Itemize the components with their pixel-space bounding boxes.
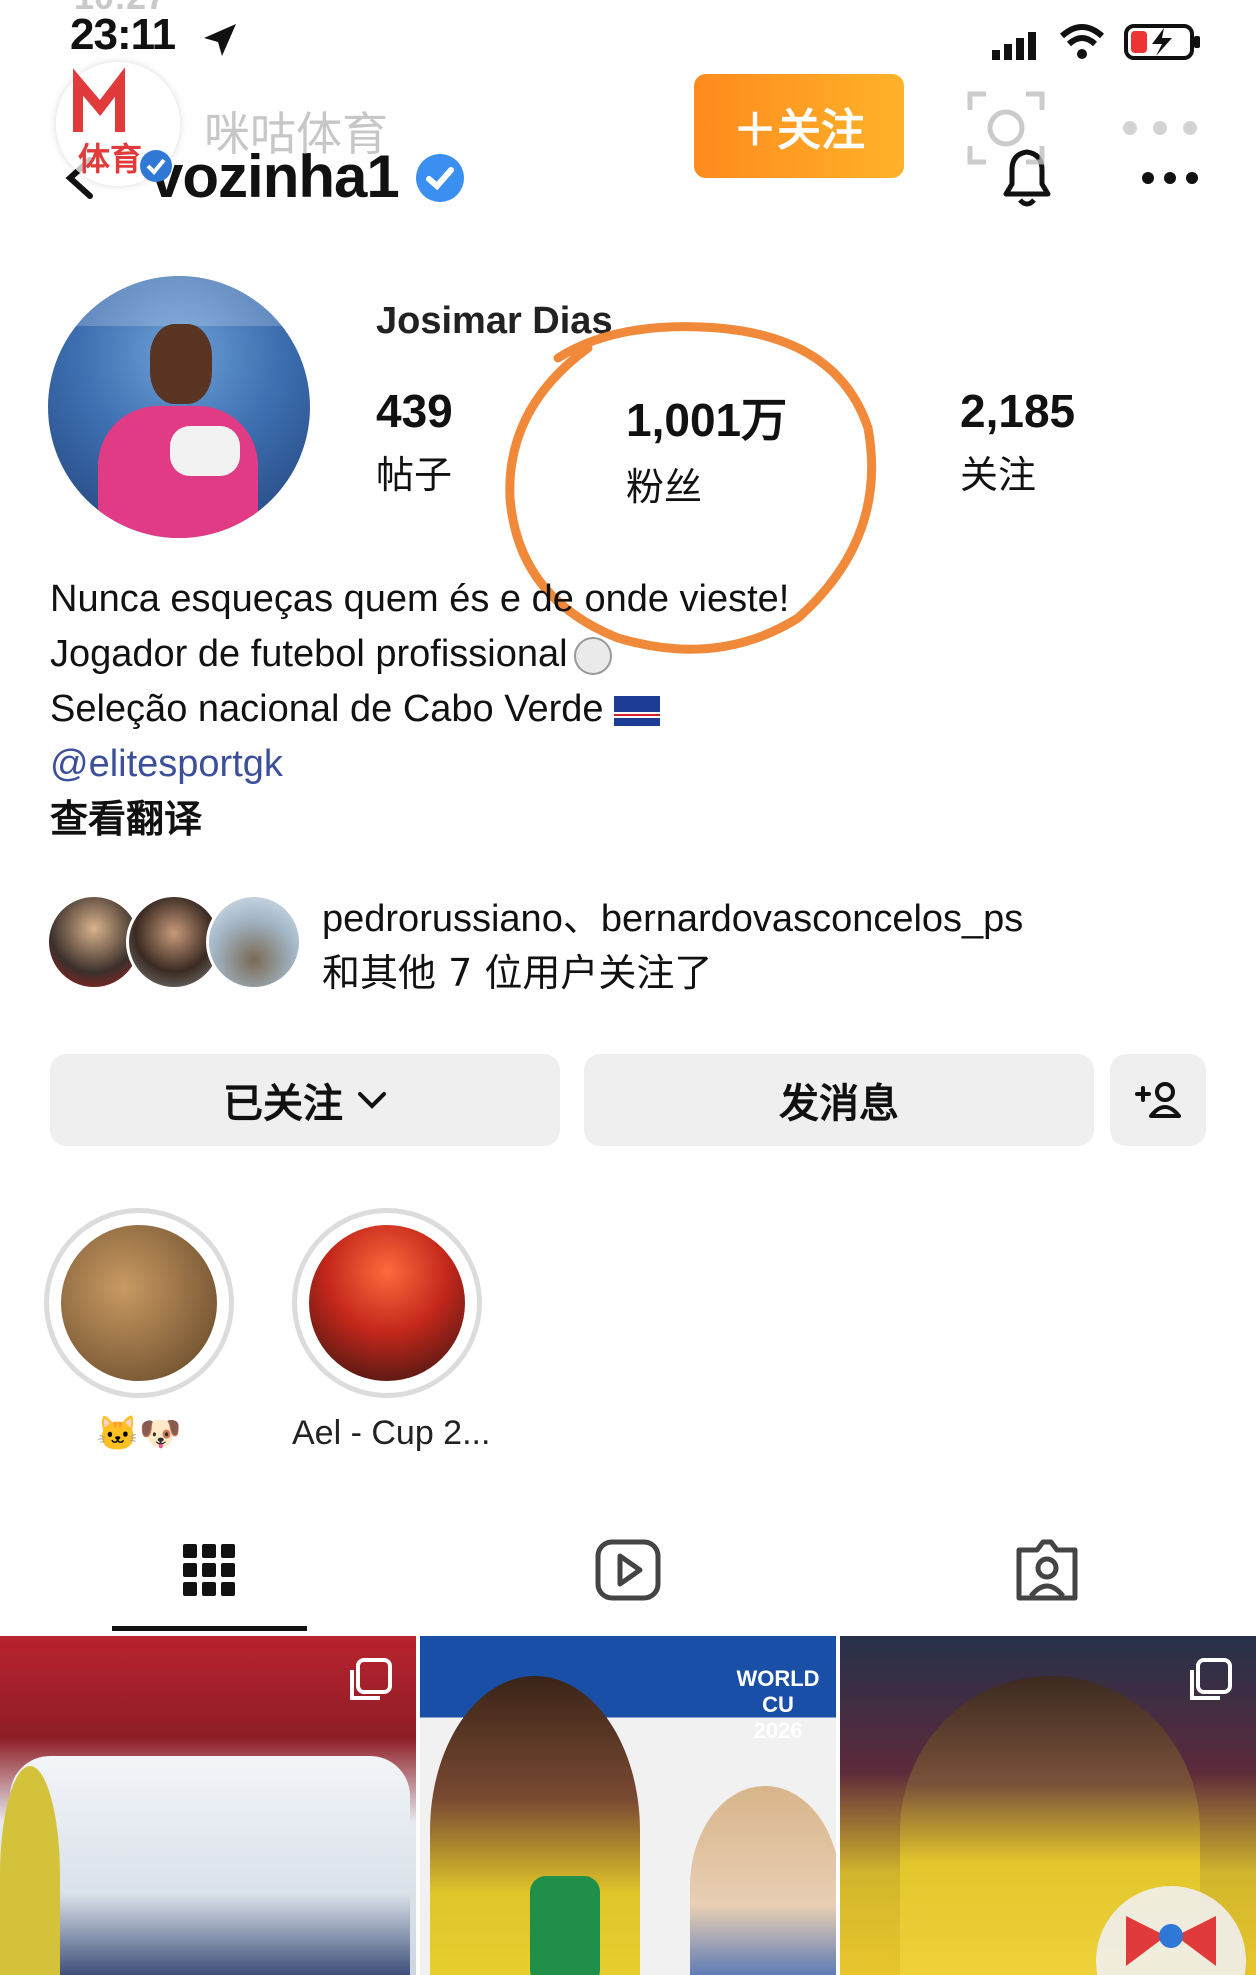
world-cup-badge-line-1: WORLD CU <box>736 1666 820 1717</box>
location-arrow-icon <box>204 24 236 56</box>
post-2-microphone <box>530 1876 600 1975</box>
mutual-avatar-3 <box>206 894 302 990</box>
followed-by-others: 和其他 7 位用户关注了 <box>322 951 713 995</box>
highlight-cover-image <box>309 1225 465 1381</box>
highlight-cover-image <box>61 1225 217 1381</box>
post-thumbnail-2[interactable]: WORLD CU 2026 <box>420 1636 836 1975</box>
cell-signal-icon <box>992 32 1036 60</box>
world-cup-badge: WORLD CU 2026 <box>720 1666 836 1744</box>
tab-reels[interactable] <box>419 1510 837 1630</box>
highlight-ring <box>44 1208 234 1398</box>
active-tab-indicator <box>112 1626 307 1631</box>
stat-following-label: 关注 <box>960 453 1037 497</box>
stat-posts-count: 439 <box>376 385 453 437</box>
bio-line-2: Jogador de futebol profissional <box>50 633 568 675</box>
stat-followers[interactable]: 1,001万 粉丝 <box>626 384 787 511</box>
battery-charging-icon <box>1124 24 1200 60</box>
highlight-label: 🐱🐶 <box>96 1415 182 1453</box>
add-person-icon <box>1135 1082 1181 1118</box>
multiple-photos-icon <box>1190 1658 1232 1700</box>
world-cup-badge-line-2: 2026 <box>753 1718 803 1743</box>
message-button[interactable]: 发消息 <box>584 1054 1094 1146</box>
multiple-photos-icon <box>350 1658 392 1700</box>
stat-followers-count: 1,001万 <box>626 394 788 446</box>
following-dropdown-button[interactable]: 已关注 <box>50 1054 560 1146</box>
profile-bio: Nunca esqueças quem és e de onde vieste!… <box>50 572 1210 847</box>
avatar-head <box>150 324 212 404</box>
followed-by-text[interactable]: pedrorussiano、bernardovasconcelos_ps 和其他… <box>322 892 1023 1000</box>
profile-content-tabs <box>0 1510 1256 1631</box>
miniapp-more-icon[interactable] <box>1120 118 1200 138</box>
migu-watermark-brand: 咪咕体育 <box>204 107 388 161</box>
status-bar: 10:27 23:11 <box>0 0 1256 72</box>
verified-badge-icon <box>416 154 464 202</box>
wifi-icon <box>1059 24 1105 59</box>
profile-avatar[interactable] <box>48 276 310 538</box>
bio-mention-link[interactable]: @elitesportgk <box>50 737 1210 792</box>
grid-icon <box>183 1544 235 1596</box>
profile-display-name: Josimar Dias <box>376 300 613 342</box>
stat-following[interactable]: 2,185 关注 <box>960 384 1075 499</box>
followed-by-usernames: pedrorussiano、bernardovasconcelos_ps <box>322 898 1024 940</box>
status-time: 23:11 <box>70 10 176 59</box>
cape-verde-flag-emoji <box>613 695 660 726</box>
migu-bow-icon <box>1126 1916 1216 1966</box>
watermark-follow-button[interactable]: ＋关注 <box>694 74 904 178</box>
stat-following-count: 2,185 <box>960 385 1076 437</box>
post-thumbnail-1[interactable] <box>0 1636 416 1975</box>
migu-watermark-logo-text: 体育 <box>78 140 143 178</box>
highlight-label: Ael - Cup 2... <box>292 1414 491 1452</box>
bio-line-1: Nunca esqueças quem és e de onde vieste! <box>50 578 790 620</box>
post-2-reporter <box>690 1786 836 1975</box>
reels-play-icon <box>595 1539 661 1601</box>
stat-posts[interactable]: 439 帖子 <box>376 384 453 499</box>
chevron-down-icon <box>358 1092 386 1109</box>
more-options-icon[interactable] <box>1140 168 1200 188</box>
suggest-people-button[interactable] <box>1110 1054 1206 1146</box>
bio-line-2-wrap: Jogador de futebol profissional <box>50 627 1210 682</box>
story-highlight-1[interactable]: 🐱🐶 <box>44 1208 234 1454</box>
stat-posts-label: 帖子 <box>376 453 453 497</box>
tagged-person-icon <box>1016 1539 1078 1601</box>
bio-line-3: Seleção nacional de Cabo Verde <box>50 688 604 730</box>
stat-followers-label: 粉丝 <box>626 465 703 509</box>
see-translation-link[interactable]: 查看翻译 <box>50 792 1210 847</box>
post-1-keeper <box>0 1766 60 1975</box>
soccer-ball-emoji <box>573 636 612 675</box>
avatar-background <box>48 276 310 326</box>
avatar-glove <box>170 426 240 476</box>
tab-posts-grid[interactable] <box>0 1510 418 1630</box>
highlight-ring <box>292 1208 482 1398</box>
scan-icon[interactable] <box>966 90 1046 166</box>
story-highlight-2[interactable]: Ael - Cup 2... <box>292 1208 491 1453</box>
migu-floating-logo[interactable] <box>1096 1886 1246 1975</box>
following-button-label: 已关注 <box>223 1081 343 1127</box>
bio-line-3-wrap: Seleção nacional de Cabo Verde <box>50 682 1210 737</box>
mutual-followers-avatars[interactable] <box>46 894 306 994</box>
post-1-team-players <box>10 1756 410 1975</box>
tab-tagged[interactable] <box>838 1510 1256 1630</box>
